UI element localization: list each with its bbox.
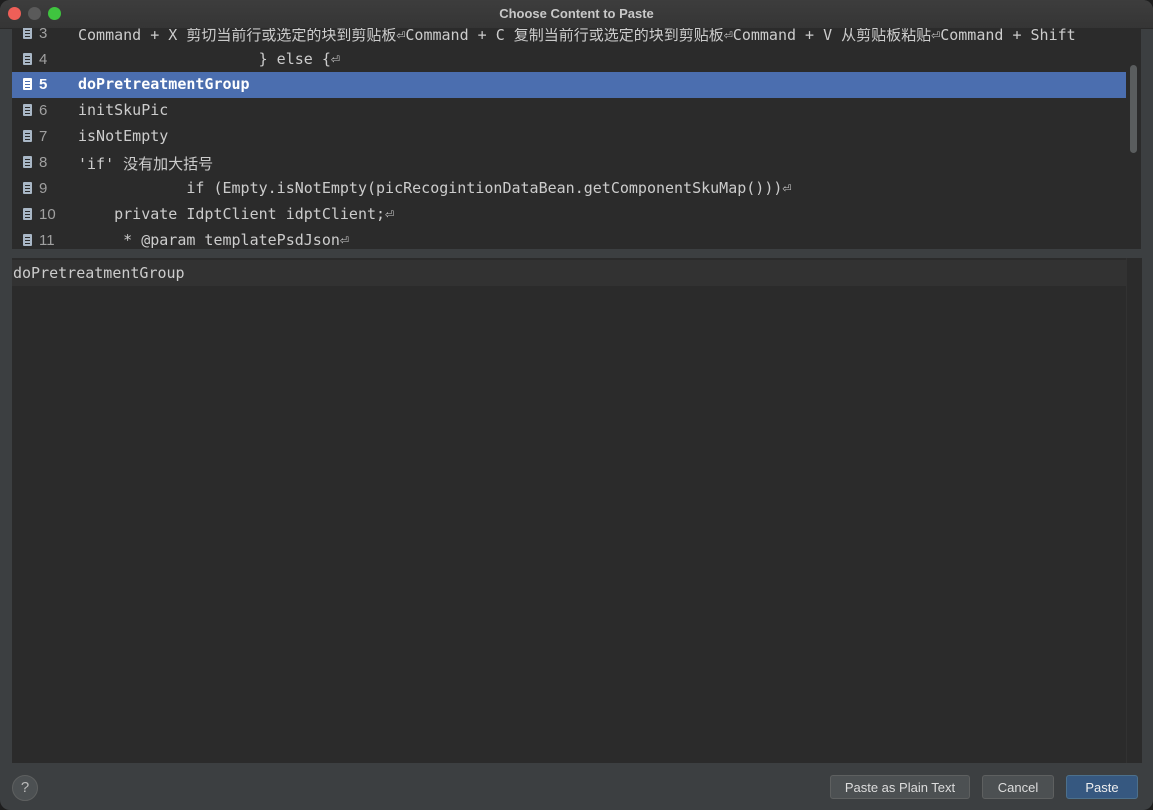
preview-editor[interactable]: doPretreatmentGroup [12,258,1126,763]
list-item[interactable]: 4 } else {⏎ [12,47,1126,73]
list-item[interactable]: 6 initSkuPic [12,98,1126,124]
item-text: 'if' 没有加大括号 [78,155,214,173]
list-item-selected[interactable]: 5 doPretreatmentGroup [12,72,1126,98]
item-text: initSkuPic [78,101,169,119]
document-icon [23,53,32,65]
document-icon [23,156,32,168]
preview-text: doPretreatmentGroup [13,264,185,282]
item-text: if (Empty.isNotEmpty(picRecogintionDataB… [78,179,792,197]
paste-as-plain-text-button[interactable]: Paste as Plain Text [830,775,970,799]
item-number: 11 [39,232,55,249]
preview-scrollbar-track[interactable] [1126,258,1142,763]
window-title: Choose Content to Paste [499,6,654,21]
item-number: 8 [39,154,48,171]
item-text: Command + X 剪切当前行或选定的块到剪贴板⏎Command + C 复… [78,28,1076,44]
item-number: 5 [39,76,48,93]
pane-splitter[interactable] [0,249,1153,258]
item-text: private IdptClient idptClient;⏎ [78,205,395,223]
list-scrollbar[interactable] [1130,65,1137,153]
current-line-highlight: doPretreatmentGroup [12,260,1126,286]
document-icon [23,104,32,116]
document-icon [23,234,32,246]
item-text: } else {⏎ [78,50,340,68]
list-item[interactable]: 11 * @param templatePsdJson⏎ [12,228,1126,249]
clipboard-history-list[interactable]: 3 Command + X 剪切当前行或选定的块到剪贴板⏎Command + C… [12,28,1141,249]
item-number: 4 [39,51,48,68]
list-item[interactable]: 8 'if' 没有加大括号 [12,150,1126,176]
item-number: 3 [39,28,48,42]
list-item[interactable]: 9 if (Empty.isNotEmpty(picRecogintionDat… [12,176,1126,202]
item-number: 6 [39,102,48,119]
item-number: 9 [39,180,48,197]
item-text: * @param templatePsdJson⏎ [78,231,349,249]
list-item[interactable]: 7 isNotEmpty [12,124,1126,150]
document-icon [23,182,32,194]
paste-button[interactable]: Paste [1066,775,1138,799]
document-icon [23,208,32,220]
item-number: 10 [39,206,56,223]
paste-dialog: Choose Content to Paste 3 Command + X 剪切… [0,0,1153,810]
title-bar: Choose Content to Paste [0,0,1153,29]
document-icon [23,130,32,142]
document-icon [23,78,32,90]
document-icon [23,28,32,39]
cancel-button[interactable]: Cancel [982,775,1054,799]
list-item[interactable]: 10 private IdptClient idptClient;⏎ [12,202,1126,228]
list-item[interactable]: 3 Command + X 剪切当前行或选定的块到剪贴板⏎Command + C… [12,28,1126,47]
help-button[interactable]: ? [12,775,38,801]
item-number: 7 [39,128,48,145]
item-text: isNotEmpty [78,127,169,145]
item-text: doPretreatmentGroup [78,75,250,93]
